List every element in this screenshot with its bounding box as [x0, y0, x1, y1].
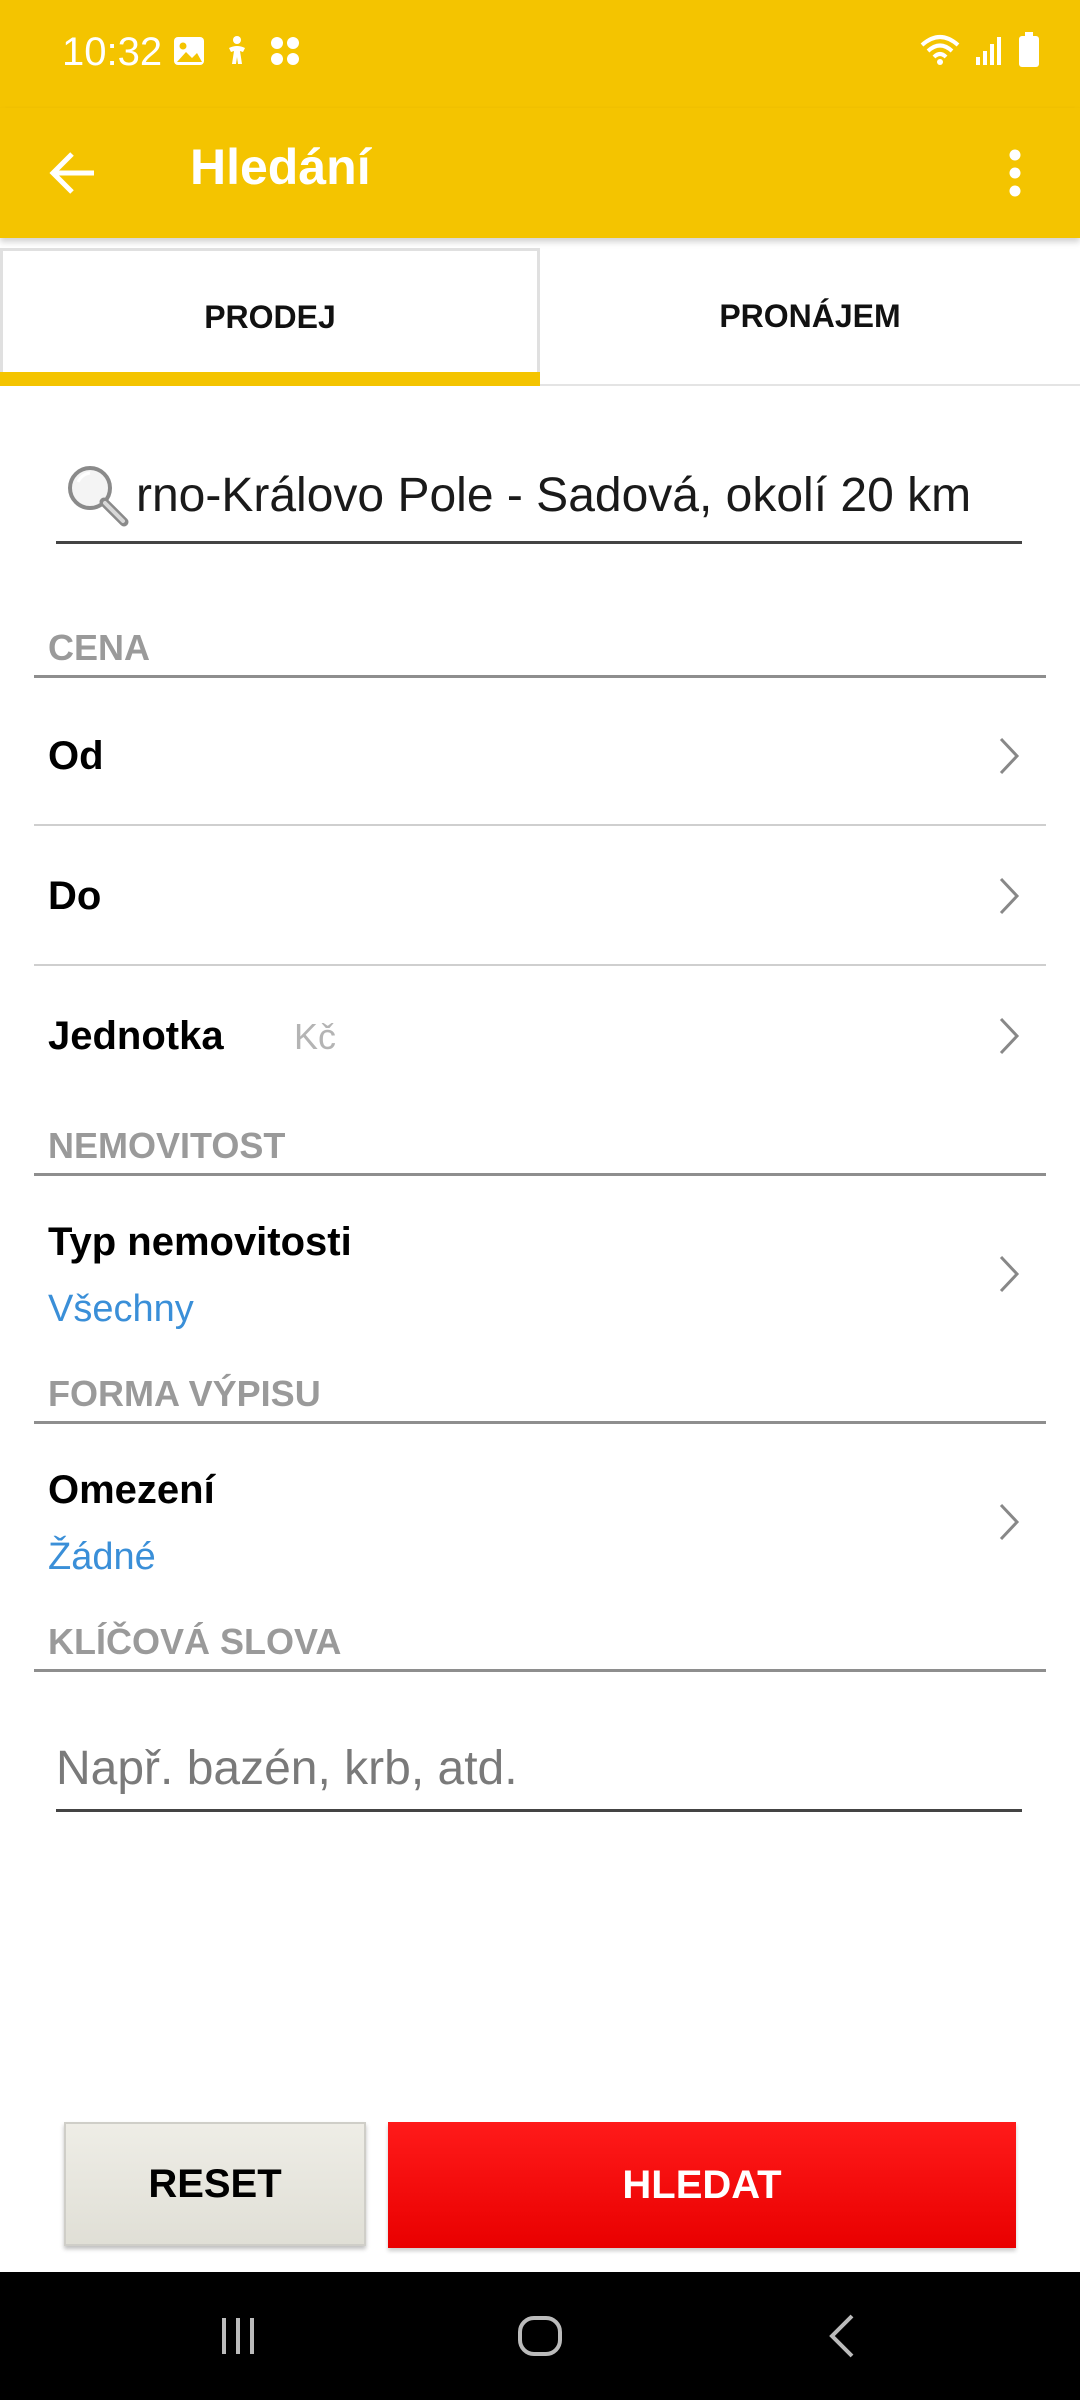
page-title: Hledání	[190, 139, 371, 195]
section-forma-vypisu: FORMA VÝPISU	[34, 1364, 1046, 1424]
listing-limit-label: Omezení	[48, 1468, 215, 1512]
tab-prodej[interactable]: PRODEJ	[0, 248, 540, 386]
arrow-left-icon	[49, 152, 94, 194]
price-unit-value: Kč	[294, 1016, 337, 1057]
property-type-value: Všechny	[48, 1288, 194, 1330]
chevron-right-icon	[999, 1017, 1020, 1055]
keywords-input[interactable]: Např. bazén, krb, atd.	[56, 1726, 1022, 1812]
app-bar: Hledání	[0, 108, 1080, 238]
home-button[interactable]	[510, 2306, 570, 2366]
home-icon	[518, 2316, 562, 2356]
listing-limit-row[interactable]: Omezení Žádné	[34, 1432, 1046, 1592]
chevron-left-icon	[829, 2314, 854, 2358]
chevron-right-icon	[999, 737, 1020, 775]
section-header-forma-vypisu: FORMA VÝPISU	[34, 1364, 1046, 1424]
section-nemovitost: NEMOVITOST	[34, 1116, 1046, 1176]
section-header-klicova-slova: KLÍČOVÁ SLOVA	[34, 1612, 1046, 1672]
section-klicova-slova: KLÍČOVÁ SLOVA	[34, 1612, 1046, 1672]
location-search-input[interactable]: rno-Královo Pole - Sadová, okolí 20 km	[56, 450, 1022, 544]
recent-apps-button[interactable]	[208, 2306, 268, 2366]
overflow-menu-button[interactable]	[990, 138, 1040, 208]
section-header-nemovitost: NEMOVITOST	[34, 1116, 1046, 1176]
chevron-right-icon	[999, 1255, 1020, 1293]
status-left-icons	[172, 34, 302, 68]
wifi-icon	[920, 33, 960, 72]
system-nav-bar	[0, 2272, 1080, 2400]
price-unit-label: Jednotka	[48, 1014, 224, 1058]
recent-apps-icon	[222, 2318, 254, 2354]
status-bar: 10:32	[0, 0, 1080, 108]
back-button[interactable]	[40, 140, 106, 206]
signal-icon	[974, 33, 1004, 72]
reset-button[interactable]: RESET	[64, 2122, 366, 2246]
more-vert-icon	[1009, 149, 1021, 197]
price-from-row[interactable]: Od	[34, 686, 1046, 826]
section-cena: CENA	[34, 618, 1046, 678]
location-search-value: rno-Královo Pole - Sadová, okolí 20 km	[136, 469, 972, 522]
system-back-button[interactable]	[812, 2306, 872, 2366]
status-time: 10:32	[62, 30, 163, 74]
listing-limit-value: Žádné	[48, 1536, 156, 1578]
accessibility-icon	[220, 34, 254, 68]
apps-icon	[268, 34, 302, 68]
price-from-label: Od	[48, 734, 104, 778]
price-to-label: Do	[48, 874, 102, 918]
price-to-row[interactable]: Do	[34, 826, 1046, 966]
tab-pronajem[interactable]: PRONÁJEM	[540, 248, 1080, 384]
property-type-label: Typ nemovitosti	[48, 1220, 352, 1264]
search-icon	[68, 465, 129, 526]
battery-icon	[1018, 32, 1040, 73]
search-button[interactable]: HLEDAT	[388, 2122, 1016, 2248]
chevron-right-icon	[999, 877, 1020, 915]
image-icon	[172, 34, 206, 68]
section-header-cena: CENA	[34, 618, 1046, 678]
tab-bar: PRODEJ PRONÁJEM	[0, 248, 1080, 386]
price-unit-row[interactable]: Jednotka Kč	[34, 966, 1046, 1098]
status-right-icons	[920, 32, 1040, 73]
chevron-right-icon	[999, 1503, 1020, 1541]
